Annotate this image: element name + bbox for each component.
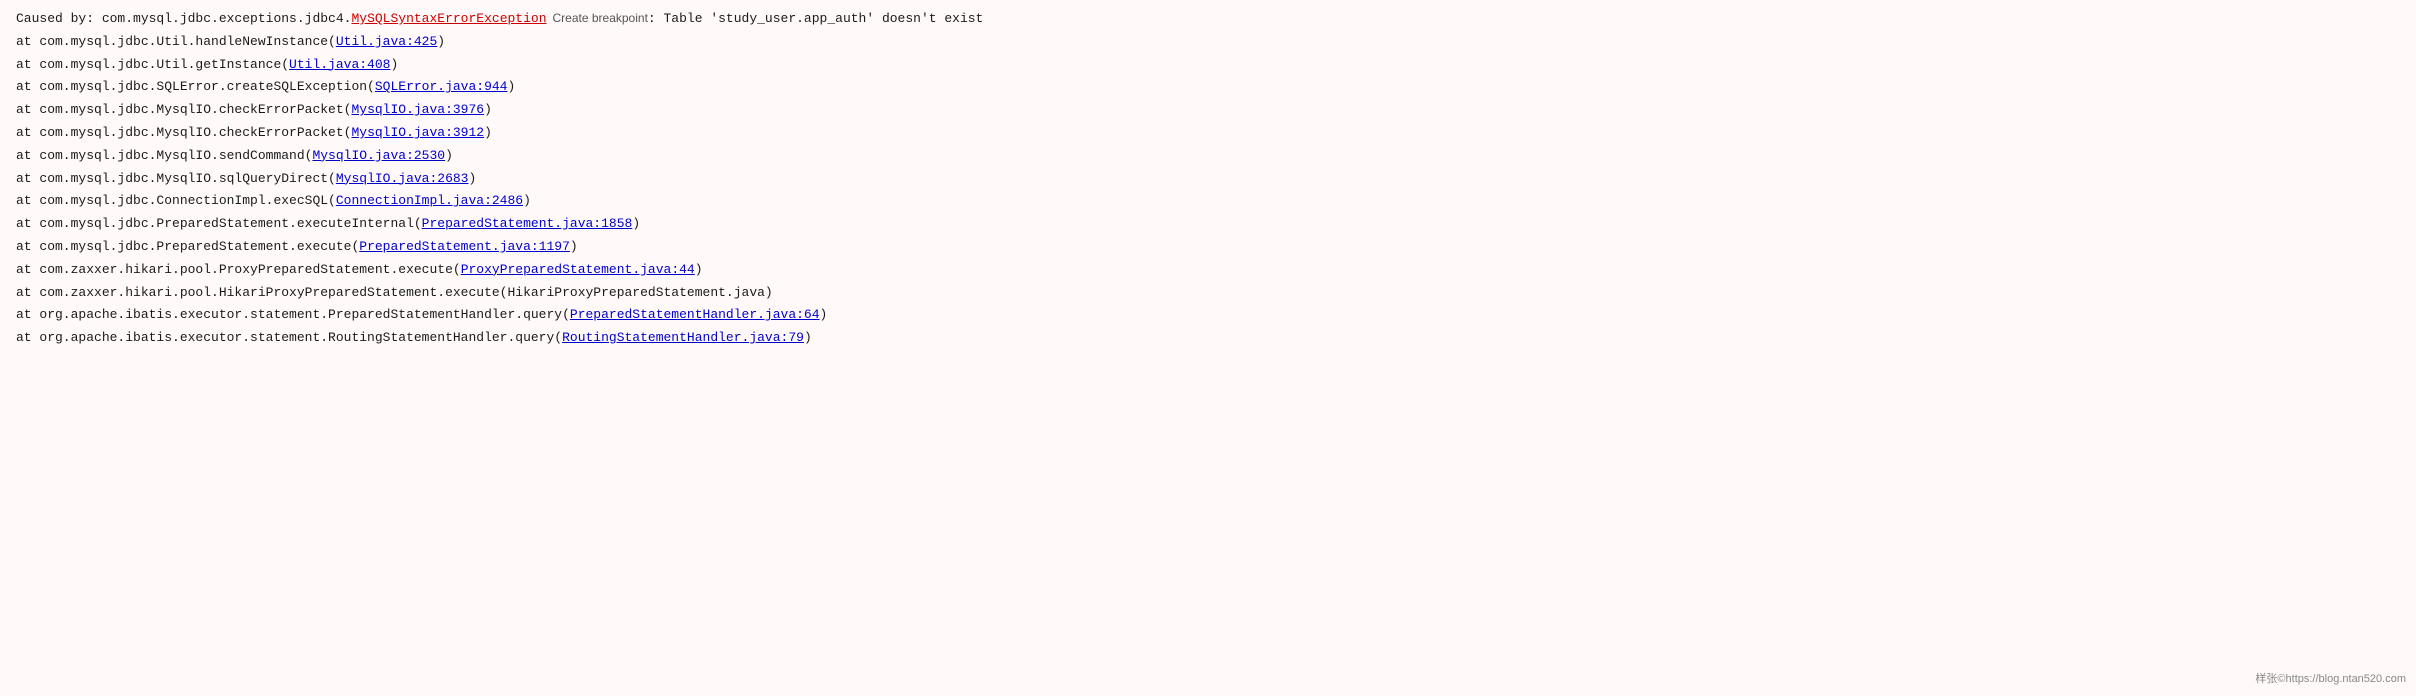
- stack-trace-line: at com.mysql.jdbc.MysqlIO.sqlQueryDirect…: [16, 168, 2400, 191]
- stack-trace-line: at org.apache.ibatis.executor.statement.…: [16, 304, 2400, 327]
- stack-line-prefix: at com.mysql.jdbc.PreparedStatement.exec…: [16, 214, 422, 235]
- stack-line-suffix: ): [820, 305, 828, 326]
- stack-line-link[interactable]: MysqlIO.java:2530: [312, 146, 445, 167]
- stack-trace-line: at com.mysql.jdbc.MysqlIO.sendCommand(My…: [16, 145, 2400, 168]
- stack-trace-line: at com.mysql.jdbc.Util.getInstance(Util.…: [16, 54, 2400, 77]
- caused-by-line: Caused by: com.mysql.jdbc.exceptions.jdb…: [16, 8, 2400, 31]
- stack-line-suffix: ): [523, 191, 531, 212]
- stack-line-link[interactable]: Util.java:408: [289, 55, 390, 76]
- stack-line-suffix: ): [507, 77, 515, 98]
- watermark: 样张©https://blog.ntan520.com: [2255, 670, 2406, 686]
- stack-line-prefix: at com.mysql.jdbc.MysqlIO.checkErrorPack…: [16, 123, 351, 144]
- stack-trace-line: at com.mysql.jdbc.PreparedStatement.exec…: [16, 213, 2400, 236]
- stack-trace-line: at org.apache.ibatis.executor.statement.…: [16, 327, 2400, 350]
- stack-trace-line: at com.mysql.jdbc.Util.handleNewInstance…: [16, 31, 2400, 54]
- stack-line-prefix: at org.apache.ibatis.executor.statement.…: [16, 328, 562, 349]
- stack-trace-line: at com.zaxxer.hikari.pool.ProxyPreparedS…: [16, 259, 2400, 282]
- stack-line-prefix: at com.mysql.jdbc.MysqlIO.sendCommand(: [16, 146, 312, 167]
- stack-line-link[interactable]: MysqlIO.java:3976: [351, 100, 484, 121]
- stack-line-link[interactable]: PreparedStatement.java:1197: [359, 237, 570, 258]
- stack-line-suffix: ): [468, 169, 476, 190]
- stack-line-link[interactable]: RoutingStatementHandler.java:79: [562, 328, 804, 349]
- stack-line-link[interactable]: MysqlIO.java:2683: [336, 169, 469, 190]
- stack-line-text: at com.zaxxer.hikari.pool.HikariProxyPre…: [16, 283, 773, 304]
- stack-line-link[interactable]: Util.java:425: [336, 32, 437, 53]
- stack-line-suffix: ): [484, 100, 492, 121]
- stack-line-suffix: ): [437, 32, 445, 53]
- stack-line-prefix: at com.mysql.jdbc.ConnectionImpl.execSQL…: [16, 191, 336, 212]
- stack-trace-line: at com.mysql.jdbc.PreparedStatement.exec…: [16, 236, 2400, 259]
- stack-line-suffix: ): [445, 146, 453, 167]
- stack-trace-line: at com.mysql.jdbc.ConnectionImpl.execSQL…: [16, 190, 2400, 213]
- stack-line-link[interactable]: PreparedStatement.java:1858: [422, 214, 633, 235]
- caused-by-prefix: Caused by: com.mysql.jdbc.exceptions.jdb…: [16, 9, 351, 30]
- stack-line-prefix: at com.zaxxer.hikari.pool.ProxyPreparedS…: [16, 260, 461, 281]
- stack-line-prefix: at com.mysql.jdbc.SQLError.createSQLExce…: [16, 77, 375, 98]
- stack-line-link[interactable]: MysqlIO.java:3912: [351, 123, 484, 144]
- stack-line-suffix: ): [695, 260, 703, 281]
- stack-line-suffix: ): [632, 214, 640, 235]
- stack-line-prefix: at com.mysql.jdbc.Util.handleNewInstance…: [16, 32, 336, 53]
- stack-trace-line: at com.zaxxer.hikari.pool.HikariProxyPre…: [16, 282, 2400, 305]
- stack-trace-line: at com.mysql.jdbc.MysqlIO.checkErrorPack…: [16, 99, 2400, 122]
- error-container: Caused by: com.mysql.jdbc.exceptions.jdb…: [0, 0, 2416, 696]
- stack-line-link[interactable]: ConnectionImpl.java:2486: [336, 191, 523, 212]
- stack-trace-line: at com.mysql.jdbc.MysqlIO.checkErrorPack…: [16, 122, 2400, 145]
- stack-line-suffix: ): [804, 328, 812, 349]
- create-breakpoint-link[interactable]: Create breakpoint: [553, 9, 648, 28]
- stack-line-link[interactable]: ProxyPreparedStatement.java:44: [461, 260, 695, 281]
- stack-line-prefix: at com.mysql.jdbc.PreparedStatement.exec…: [16, 237, 359, 258]
- stack-line-suffix: ): [570, 237, 578, 258]
- stack-line-suffix: ): [484, 123, 492, 144]
- stack-line-prefix: at com.mysql.jdbc.MysqlIO.sqlQueryDirect…: [16, 169, 336, 190]
- error-message: : Table 'study_user.app_auth' doesn't ex…: [648, 9, 983, 30]
- stack-line-suffix: ): [390, 55, 398, 76]
- stack-trace-line: at com.mysql.jdbc.SQLError.createSQLExce…: [16, 76, 2400, 99]
- stack-line-prefix: at org.apache.ibatis.executor.statement.…: [16, 305, 570, 326]
- stack-trace-container: at com.mysql.jdbc.Util.handleNewInstance…: [16, 31, 2400, 350]
- stack-line-prefix: at com.mysql.jdbc.Util.getInstance(: [16, 55, 289, 76]
- stack-line-prefix: at com.mysql.jdbc.MysqlIO.checkErrorPack…: [16, 100, 351, 121]
- stack-line-link[interactable]: PreparedStatementHandler.java:64: [570, 305, 820, 326]
- stack-line-link[interactable]: SQLError.java:944: [375, 77, 508, 98]
- exception-class[interactable]: MySQLSyntaxErrorException: [351, 9, 546, 30]
